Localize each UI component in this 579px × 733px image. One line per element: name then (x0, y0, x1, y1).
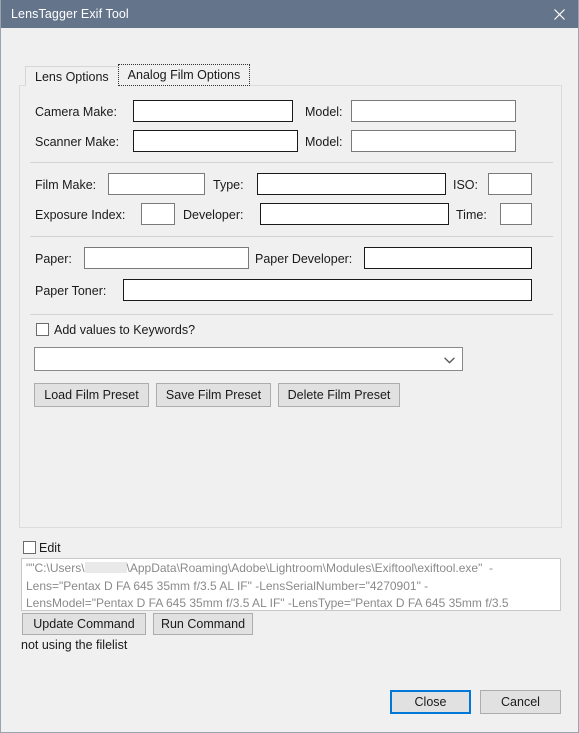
update-command-button[interactable]: Update Command (22, 613, 146, 635)
command-line1-suffix: \AppData\Roaming\Adobe\Lightroom\Modules… (126, 561, 493, 575)
exposure-index-label: Exposure Index: (35, 208, 126, 222)
exposure-index-input[interactable] (141, 203, 175, 225)
close-button[interactable]: Close (390, 690, 471, 714)
film-type-input[interactable] (257, 173, 446, 195)
command-line2: Lens="Pentax D FA 645 35mm f/3.5 AL IF" … (26, 578, 429, 593)
add-keywords-checkbox[interactable] (36, 323, 49, 336)
iso-input[interactable] (488, 173, 532, 195)
developer-input[interactable] (260, 203, 449, 225)
add-keywords-label: Add values to Keywords? (54, 323, 196, 337)
camera-make-input[interactable] (133, 100, 293, 122)
tab-analog-film-options-label: Analog Film Options (127, 68, 241, 82)
developer-label: Developer: (183, 208, 244, 222)
paper-developer-label: Paper Developer: (255, 252, 353, 266)
command-line3: LensModel="Pentax D FA 645 35mm f/3.5 AL… (26, 596, 509, 611)
close-window-button[interactable] (538, 0, 578, 28)
camera-make-label: Camera Make: (35, 105, 117, 119)
window-title: LensTagger Exif Tool (11, 7, 129, 21)
command-text: ""C:\Users\ \AppData\Roaming\Adobe\Lightr… (22, 559, 560, 611)
chevron-down-icon (444, 348, 455, 372)
close-icon (553, 8, 565, 20)
film-type-label: Type: (213, 178, 244, 192)
paper-label: Paper: (35, 252, 72, 266)
time-input[interactable] (500, 203, 532, 225)
load-film-preset-button[interactable]: Load Film Preset (34, 383, 149, 407)
command-textarea[interactable]: ""C:\Users\ \AppData\Roaming\Adobe\Lightr… (21, 558, 561, 611)
camera-model-label: Model: (305, 105, 343, 119)
lenstagger-dialog: LensTagger Exif Tool Lens Options Analog… (0, 0, 579, 733)
scanner-model-label: Model: (305, 135, 343, 149)
paper-developer-input[interactable] (364, 247, 532, 269)
tab-lens-options-label: Lens Options (35, 69, 109, 84)
iso-label: ISO: (453, 178, 479, 192)
edit-command-label: Edit (39, 541, 61, 555)
paper-toner-label: Paper Toner: (35, 284, 107, 298)
film-make-label: Film Make: (35, 178, 97, 192)
tab-strip: Lens Options Analog Film Options (25, 64, 251, 86)
divider-1 (30, 162, 553, 163)
scanner-make-input[interactable] (133, 130, 298, 152)
scanner-model-input[interactable] (351, 130, 516, 152)
paper-toner-input[interactable] (123, 279, 532, 301)
status-message: not using the filelist (21, 638, 128, 652)
delete-film-preset-button[interactable]: Delete Film Preset (278, 383, 400, 407)
tab-analog-film-options[interactable]: Analog Film Options (117, 64, 251, 86)
analog-film-options-panel: Camera Make: Model: Scanner Make: Model:… (19, 85, 562, 528)
redacted-username (84, 562, 127, 573)
time-label: Time: (456, 208, 487, 222)
film-preset-select[interactable] (34, 347, 463, 371)
paper-input[interactable] (84, 247, 249, 269)
divider-2 (30, 236, 553, 237)
tab-lens-options[interactable]: Lens Options (25, 66, 119, 86)
run-command-button[interactable]: Run Command (153, 613, 253, 635)
camera-model-input[interactable] (351, 100, 516, 122)
film-make-input[interactable] (108, 173, 205, 195)
cancel-button[interactable]: Cancel (480, 690, 561, 714)
title-bar: LensTagger Exif Tool (1, 0, 578, 28)
save-film-preset-button[interactable]: Save Film Preset (156, 383, 271, 407)
divider-3 (30, 314, 553, 315)
edit-command-checkbox[interactable] (23, 541, 36, 554)
scanner-make-label: Scanner Make: (35, 135, 120, 149)
command-line1-prefix: ""C:\Users\ (26, 561, 85, 575)
